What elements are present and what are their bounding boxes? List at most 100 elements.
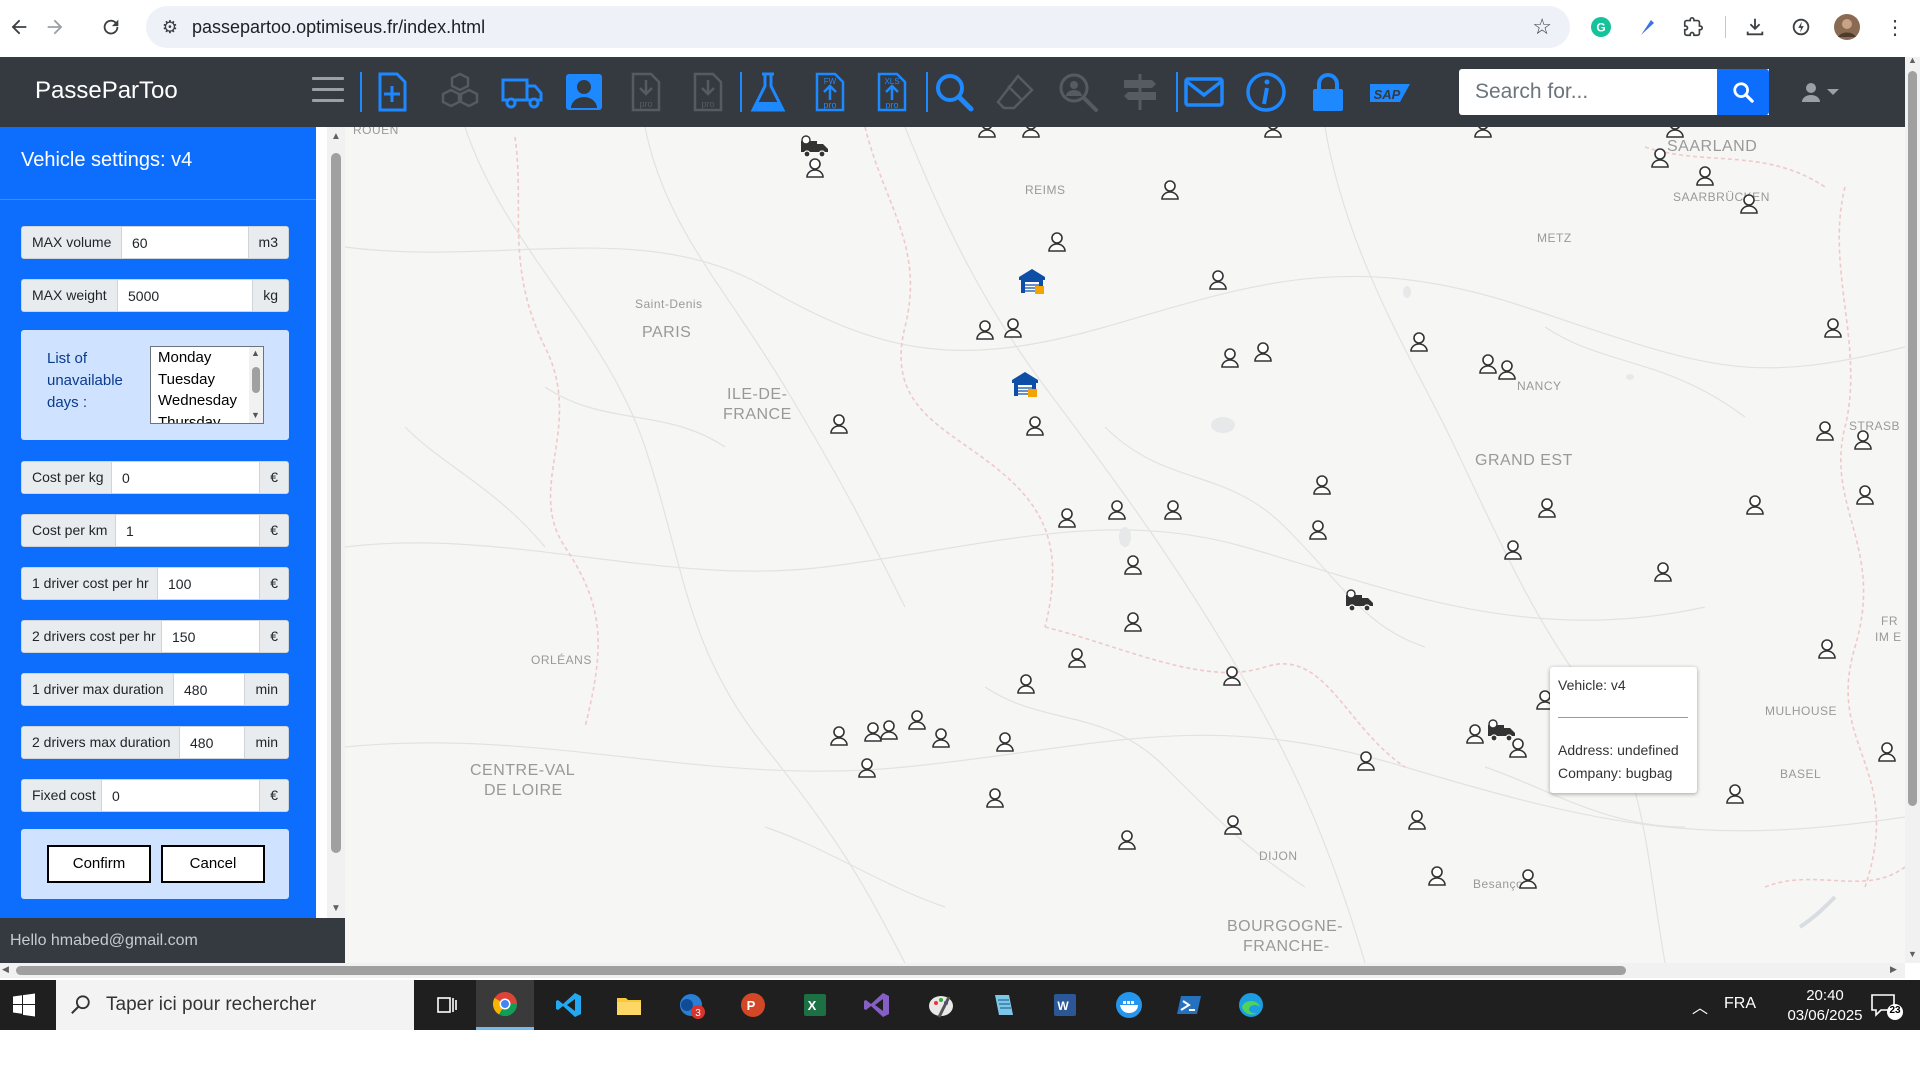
mail-button[interactable] <box>1180 68 1228 116</box>
cubes-button[interactable] <box>436 68 484 116</box>
day-option[interactable]: Monday <box>151 347 263 369</box>
vehicle-marker-icon[interactable] <box>800 135 830 159</box>
site-settings-icon[interactable]: ⚙ <box>158 15 182 39</box>
customers-button[interactable] <box>560 68 608 116</box>
search-user-button[interactable] <box>1054 68 1102 116</box>
performance-icon[interactable] <box>1786 12 1816 42</box>
taskbar-app-powerpoint[interactable]: P <box>724 980 782 1030</box>
vehicles-button[interactable] <box>498 68 546 116</box>
cost-per-km-input[interactable] <box>116 515 258 546</box>
customer-marker-icon[interactable] <box>1016 673 1036 695</box>
taskbar-app-excel[interactable]: X <box>786 980 844 1030</box>
customer-marker-icon[interactable] <box>1003 317 1023 339</box>
customer-marker-icon[interactable] <box>1222 665 1242 687</box>
vehicle-marker-icon[interactable] <box>1345 589 1375 613</box>
taskbar-app-vscode[interactable] <box>540 980 598 1030</box>
new-document-button[interactable] <box>368 68 416 116</box>
days-scroll-thumb[interactable] <box>252 367 260 393</box>
taskbar-search-box[interactable]: Taper ici pour rechercher <box>56 980 414 1030</box>
customer-marker-icon[interactable] <box>879 719 899 741</box>
browser-menu-icon[interactable]: ⋮ <box>1880 12 1910 42</box>
max-weight-input[interactable] <box>118 280 252 311</box>
notification-center-button[interactable]: 23 <box>1868 992 1904 1020</box>
customer-marker-icon[interactable] <box>1308 519 1328 541</box>
avatar[interactable] <box>1832 12 1862 42</box>
extensions-puzzle-icon[interactable] <box>1678 12 1708 42</box>
customer-marker-icon[interactable] <box>1163 499 1183 521</box>
lab-button[interactable] <box>744 68 792 116</box>
customer-marker-icon[interactable] <box>1025 415 1045 437</box>
taskbar-app-visual-studio[interactable] <box>848 980 906 1030</box>
info-button[interactable] <box>1242 68 1290 116</box>
customer-marker-icon[interactable] <box>1853 429 1873 451</box>
customer-marker-icon[interactable] <box>1855 484 1875 506</box>
customer-marker-icon[interactable] <box>985 787 1005 809</box>
one-driver-cost-input[interactable] <box>158 568 258 599</box>
customer-marker-icon[interactable] <box>829 413 849 435</box>
customer-marker-icon[interactable] <box>1665 127 1685 139</box>
customer-marker-icon[interactable] <box>931 727 951 749</box>
customer-marker-icon[interactable] <box>1877 741 1897 763</box>
search-tool-button[interactable] <box>930 68 978 116</box>
taskbar-app-notepad[interactable] <box>974 980 1032 1030</box>
fixed-cost-input[interactable] <box>102 780 258 811</box>
customer-marker-icon[interactable] <box>1695 165 1715 187</box>
upload-xls-button[interactable]: XLS pro <box>868 68 916 116</box>
eraser-button[interactable] <box>992 68 1040 116</box>
customer-marker-icon[interactable] <box>1123 611 1143 633</box>
customer-marker-icon[interactable] <box>1815 420 1835 442</box>
extension-feather-icon[interactable] <box>1632 12 1662 42</box>
vehicle-marker-icon[interactable] <box>1487 719 1517 743</box>
taskbar-app-docker[interactable] <box>1100 980 1158 1030</box>
page-hscroll-thumb[interactable] <box>16 966 1626 975</box>
map-view[interactable]: ROUEN REIMS SAARLAND SAARBRÜCKEN METZ Sa… <box>345 127 1905 963</box>
customer-marker-icon[interactable] <box>1312 474 1332 496</box>
max-volume-input[interactable] <box>122 227 250 258</box>
two-drivers-duration-input[interactable] <box>180 727 244 758</box>
customer-marker-icon[interactable] <box>1650 147 1670 169</box>
taskbar-app-powershell[interactable] <box>1160 980 1218 1030</box>
day-option[interactable]: Thursday <box>151 412 263 424</box>
forward-button[interactable] <box>40 12 70 42</box>
customer-marker-icon[interactable] <box>975 319 995 341</box>
customer-marker-icon[interactable] <box>1478 353 1498 375</box>
customer-marker-icon[interactable] <box>1427 865 1447 887</box>
customer-marker-icon[interactable] <box>1047 231 1067 253</box>
taskbar-app-task-view[interactable] <box>418 980 476 1030</box>
scroll-left-icon[interactable]: ◀ <box>2 964 9 975</box>
taskbar-app-word[interactable]: W <box>1036 980 1094 1030</box>
confirm-button[interactable]: Confirm <box>47 845 151 883</box>
customer-marker-icon[interactable] <box>1739 193 1759 215</box>
search-button[interactable] <box>1717 69 1769 115</box>
customer-marker-icon[interactable] <box>857 757 877 779</box>
taskbar-app-paint[interactable] <box>912 980 970 1030</box>
day-option[interactable]: Tuesday <box>151 369 263 391</box>
customer-marker-icon[interactable] <box>1503 539 1523 561</box>
days-scrollbar[interactable]: ▲ ▼ <box>249 347 263 423</box>
two-drivers-cost-input[interactable] <box>162 621 258 652</box>
grammarly-icon[interactable]: G <box>1586 12 1616 42</box>
url-text[interactable]: passepartoo.optimiseus.fr/index.html <box>192 17 485 38</box>
customer-marker-icon[interactable] <box>1473 127 1493 139</box>
download-pro-button-1[interactable]: pro <box>622 68 670 116</box>
customer-marker-icon[interactable] <box>1067 647 1087 669</box>
unavailable-days-select[interactable]: Monday Tuesday Wednesday Thursday ▲ ▼ <box>150 346 264 424</box>
customer-marker-icon[interactable] <box>995 731 1015 753</box>
customer-marker-icon[interactable] <box>1253 341 1273 363</box>
customer-marker-icon[interactable] <box>1409 331 1429 353</box>
customer-marker-icon[interactable] <box>1653 561 1673 583</box>
customer-marker-icon[interactable] <box>1123 554 1143 576</box>
taskbar-app-chrome[interactable] <box>476 980 534 1030</box>
customer-marker-icon[interactable] <box>1725 783 1745 805</box>
input-language[interactable]: FRA <box>1724 995 1756 1013</box>
customer-marker-icon[interactable] <box>1407 809 1427 831</box>
customer-marker-icon[interactable] <box>1021 127 1041 139</box>
panel-scrollbar[interactable]: ▲ ▼ <box>327 127 345 918</box>
customer-marker-icon[interactable] <box>1208 269 1228 291</box>
download-icon[interactable] <box>1740 12 1770 42</box>
lock-button[interactable] <box>1304 68 1352 116</box>
depot-marker-icon[interactable] <box>1010 370 1040 398</box>
brand-logo[interactable]: PasseParToo <box>35 77 178 105</box>
scroll-down-icon[interactable]: ▼ <box>1908 949 1917 959</box>
download-pro-button-2[interactable]: pro <box>684 68 732 116</box>
